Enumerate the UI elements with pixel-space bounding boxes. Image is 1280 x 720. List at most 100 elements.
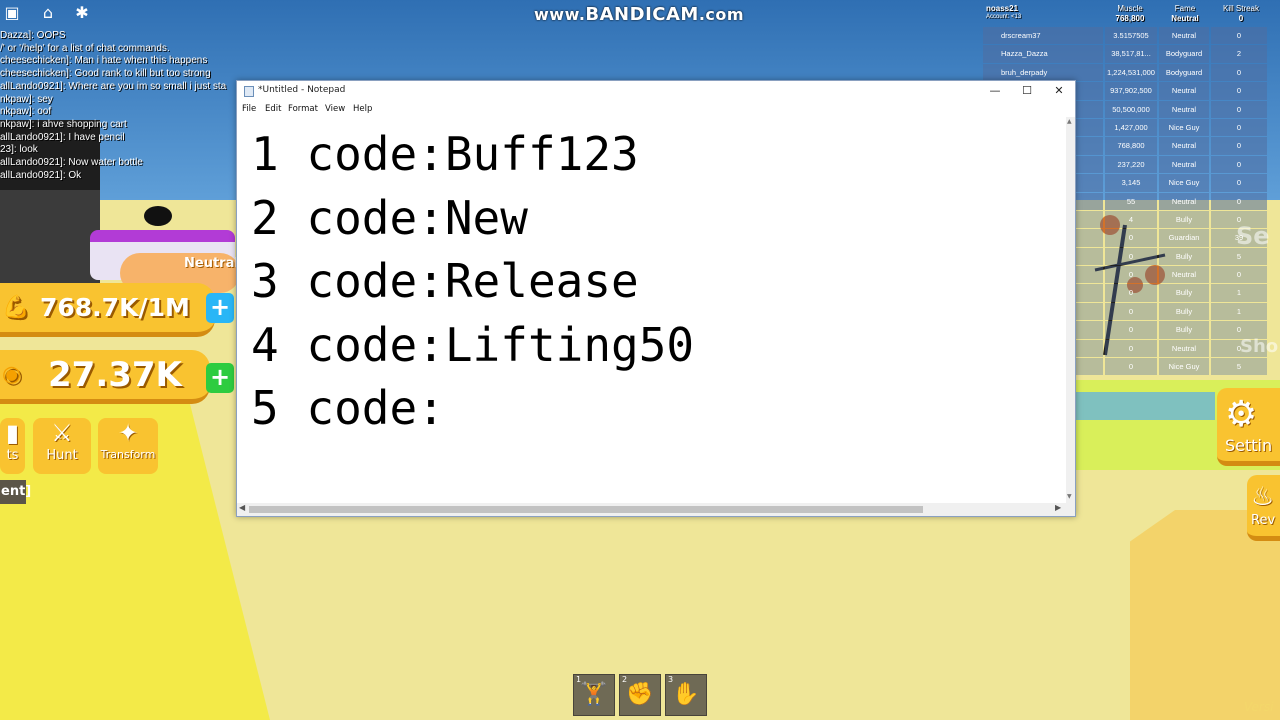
leaderboard-cell-fame: Neutral: [1159, 339, 1209, 358]
notepad-titlebar[interactable]: *Untitled - Notepad — ☐ ✕: [237, 81, 1075, 101]
text-line: 2 code:New: [251, 190, 528, 245]
leaderboard-cell-ks: 5: [1211, 247, 1267, 266]
roblox-menu-icon[interactable]: ▣: [2, 3, 22, 23]
account-age: Account: <13: [986, 14, 1022, 20]
leaderboard-cell-muscle: 0: [1105, 302, 1157, 321]
hotbar-slot-2[interactable]: 2 ✊: [619, 674, 661, 716]
chat-message: nkpaw]: oof: [0, 106, 52, 118]
chat-message: cheesechicken]: Good rank to kill but to…: [0, 68, 211, 80]
muscle-icon: 💪: [2, 295, 30, 320]
leaderboard-cell-fame: Neutral: [1159, 27, 1209, 45]
pets-button[interactable]: ▮ ts: [0, 418, 25, 474]
menu-format[interactable]: Format: [288, 104, 318, 114]
leaderboard-cell-muscle: 55: [1105, 192, 1157, 210]
maximize-button[interactable]: ☐: [1010, 81, 1044, 101]
my-muscle: 768,800: [1115, 14, 1145, 23]
leaderboard-cell-muscle: 0: [1105, 339, 1157, 358]
hunt-label: Hunt: [46, 448, 78, 463]
muscle-header: Muscle: [1117, 4, 1143, 13]
transform-label: Transform: [100, 448, 156, 461]
player-name: noass21: [986, 4, 1019, 13]
chat-message: allLando0921]: Ok: [0, 169, 82, 181]
pets-icon: ▮: [5, 419, 20, 447]
menu-help[interactable]: Help: [353, 104, 372, 114]
chat-message: allLando0921]: I have pencil: [0, 131, 125, 143]
buy-muscle-button[interactable]: +: [206, 293, 234, 323]
leaderboard-cell-fame: Neutral: [1159, 137, 1209, 155]
leaderboard-cell-muscle: 0: [1105, 284, 1157, 302]
settings-button[interactable]: ⚙ Settin: [1217, 388, 1280, 466]
muscle-counter: 💪 768.7K/1M: [0, 283, 215, 337]
leaderboard-cell-fame: Neutral: [1159, 82, 1209, 100]
notepad-window[interactable]: *Untitled - Notepad — ☐ ✕ File Edit Form…: [236, 80, 1076, 517]
leaderboard-cell-muscle: 0: [1105, 266, 1157, 284]
game-platform: [1130, 510, 1280, 720]
leaderboard-cell-muscle: 50,500,000: [1105, 100, 1157, 118]
hand-icon: ✋: [672, 682, 700, 707]
window-title: *Untitled - Notepad: [258, 85, 346, 95]
leaderboard-cell-ks: 0: [1211, 118, 1267, 137]
leaderboard-cell-ks: 0: [1211, 137, 1267, 155]
chat-message: nkpaw]: sey: [0, 93, 53, 105]
leaderboard-cell-muscle: 937,902,500: [1105, 82, 1157, 100]
close-button[interactable]: ✕: [1042, 81, 1076, 101]
transform-button[interactable]: ✦ Transform: [98, 418, 158, 474]
leaderboard-row[interactable]: Hazza_Dazza 38,517,81... Bodyguard 2: [983, 45, 1280, 63]
leaderboard-cell-muscle: 1,224,531,000: [1105, 63, 1157, 82]
leaderboard-cell-fame: Neutral: [1159, 192, 1209, 210]
leaderboard-cell-fame: Bully: [1159, 284, 1209, 302]
scroll-right-icon[interactable]: ▶: [1055, 503, 1061, 512]
leaderboard-cell-ks: 5: [1211, 358, 1267, 376]
pegasus-icon: ✦: [117, 419, 139, 447]
scrollbar-thumb[interactable]: [249, 506, 923, 513]
leaderboard-cell-fame: Bully: [1159, 302, 1209, 321]
buy-coins-button[interactable]: +: [206, 363, 234, 393]
my-fame: Neutral: [1171, 14, 1199, 23]
vertical-scrollbar[interactable]: ▲ ▼: [1066, 117, 1075, 503]
emote-icon[interactable]: ✱: [72, 3, 92, 23]
leaderboard-cell-name: Hazza_Dazza: [983, 45, 1103, 63]
leaderboard-row[interactable]: drscream37 3.5157505 Neutral 0: [983, 27, 1280, 45]
game-spider: [144, 206, 172, 226]
hotbar-slot-3[interactable]: 3 ✋: [665, 674, 707, 716]
leaderboard-cell-fame: Bully: [1159, 321, 1209, 339]
leaderboard-cell-ks: 1: [1211, 284, 1267, 302]
scroll-left-icon[interactable]: ◀: [239, 503, 245, 512]
fame-header: Fame: [1174, 4, 1196, 13]
leaderboard-cell-fame: Nice Guy: [1159, 118, 1209, 137]
dumbbell-icon: 🏋: [580, 682, 608, 707]
partial-label: ent]: [0, 480, 31, 504]
chat-message: Dazza]: OOPS: [0, 30, 66, 41]
backpack-icon[interactable]: ⌂: [38, 3, 58, 23]
minimize-button[interactable]: —: [978, 81, 1012, 101]
rebirth-label: Rev: [1251, 513, 1276, 528]
text-editor[interactable]: 1 code:Buff123 2 code:New 3 code:Release 4 …: [237, 117, 1066, 503]
hunt-button[interactable]: ⚔ Hunt: [33, 418, 91, 474]
horizontal-scrollbar[interactable]: ◀ ▶: [237, 503, 1075, 516]
menu-edit[interactable]: Edit: [265, 104, 281, 114]
muscle-value: 768.7K/1M: [40, 293, 190, 322]
coins-counter: ◉ 27.37K: [0, 350, 210, 404]
leaderboard-cell-muscle: 237,220: [1105, 155, 1157, 174]
version-label: Versi: [1244, 700, 1274, 714]
menu-file[interactable]: File: [242, 104, 256, 114]
scroll-down-icon[interactable]: ▼: [1067, 493, 1072, 500]
leaderboard-cell-ks: 0: [1211, 266, 1267, 284]
hotbar-slot-1[interactable]: 1 🏋: [573, 674, 615, 716]
knife-icon: ⚔: [51, 419, 73, 447]
leaderboard-cell-muscle: 0: [1105, 321, 1157, 339]
leaderboard-cell-fame: Bodyguard: [1159, 63, 1209, 82]
leaderboard-cell-muscle: 3,145: [1105, 174, 1157, 192]
flame-icon: ♨: [1251, 482, 1275, 512]
scroll-up-icon[interactable]: ▲: [1067, 118, 1072, 125]
leaderboard-cell-ks: 0: [1211, 155, 1267, 174]
leaderboard-cell-fame: Bodyguard: [1159, 45, 1209, 63]
leaderboard-cell-fame: Nice Guy: [1159, 174, 1209, 192]
leaderboard-cell-name: bruh_derpady: [983, 63, 1103, 82]
chat-log: Dazza]: OOPS /' or '/help' for a list of…: [0, 30, 240, 182]
pets-label: ts: [6, 448, 19, 463]
menu-view[interactable]: View: [325, 104, 345, 114]
shop-ghost-label: Sho: [1240, 336, 1279, 357]
text-line: 5 code:: [251, 381, 445, 435]
rebirth-button[interactable]: ♨ Rev: [1247, 475, 1280, 541]
